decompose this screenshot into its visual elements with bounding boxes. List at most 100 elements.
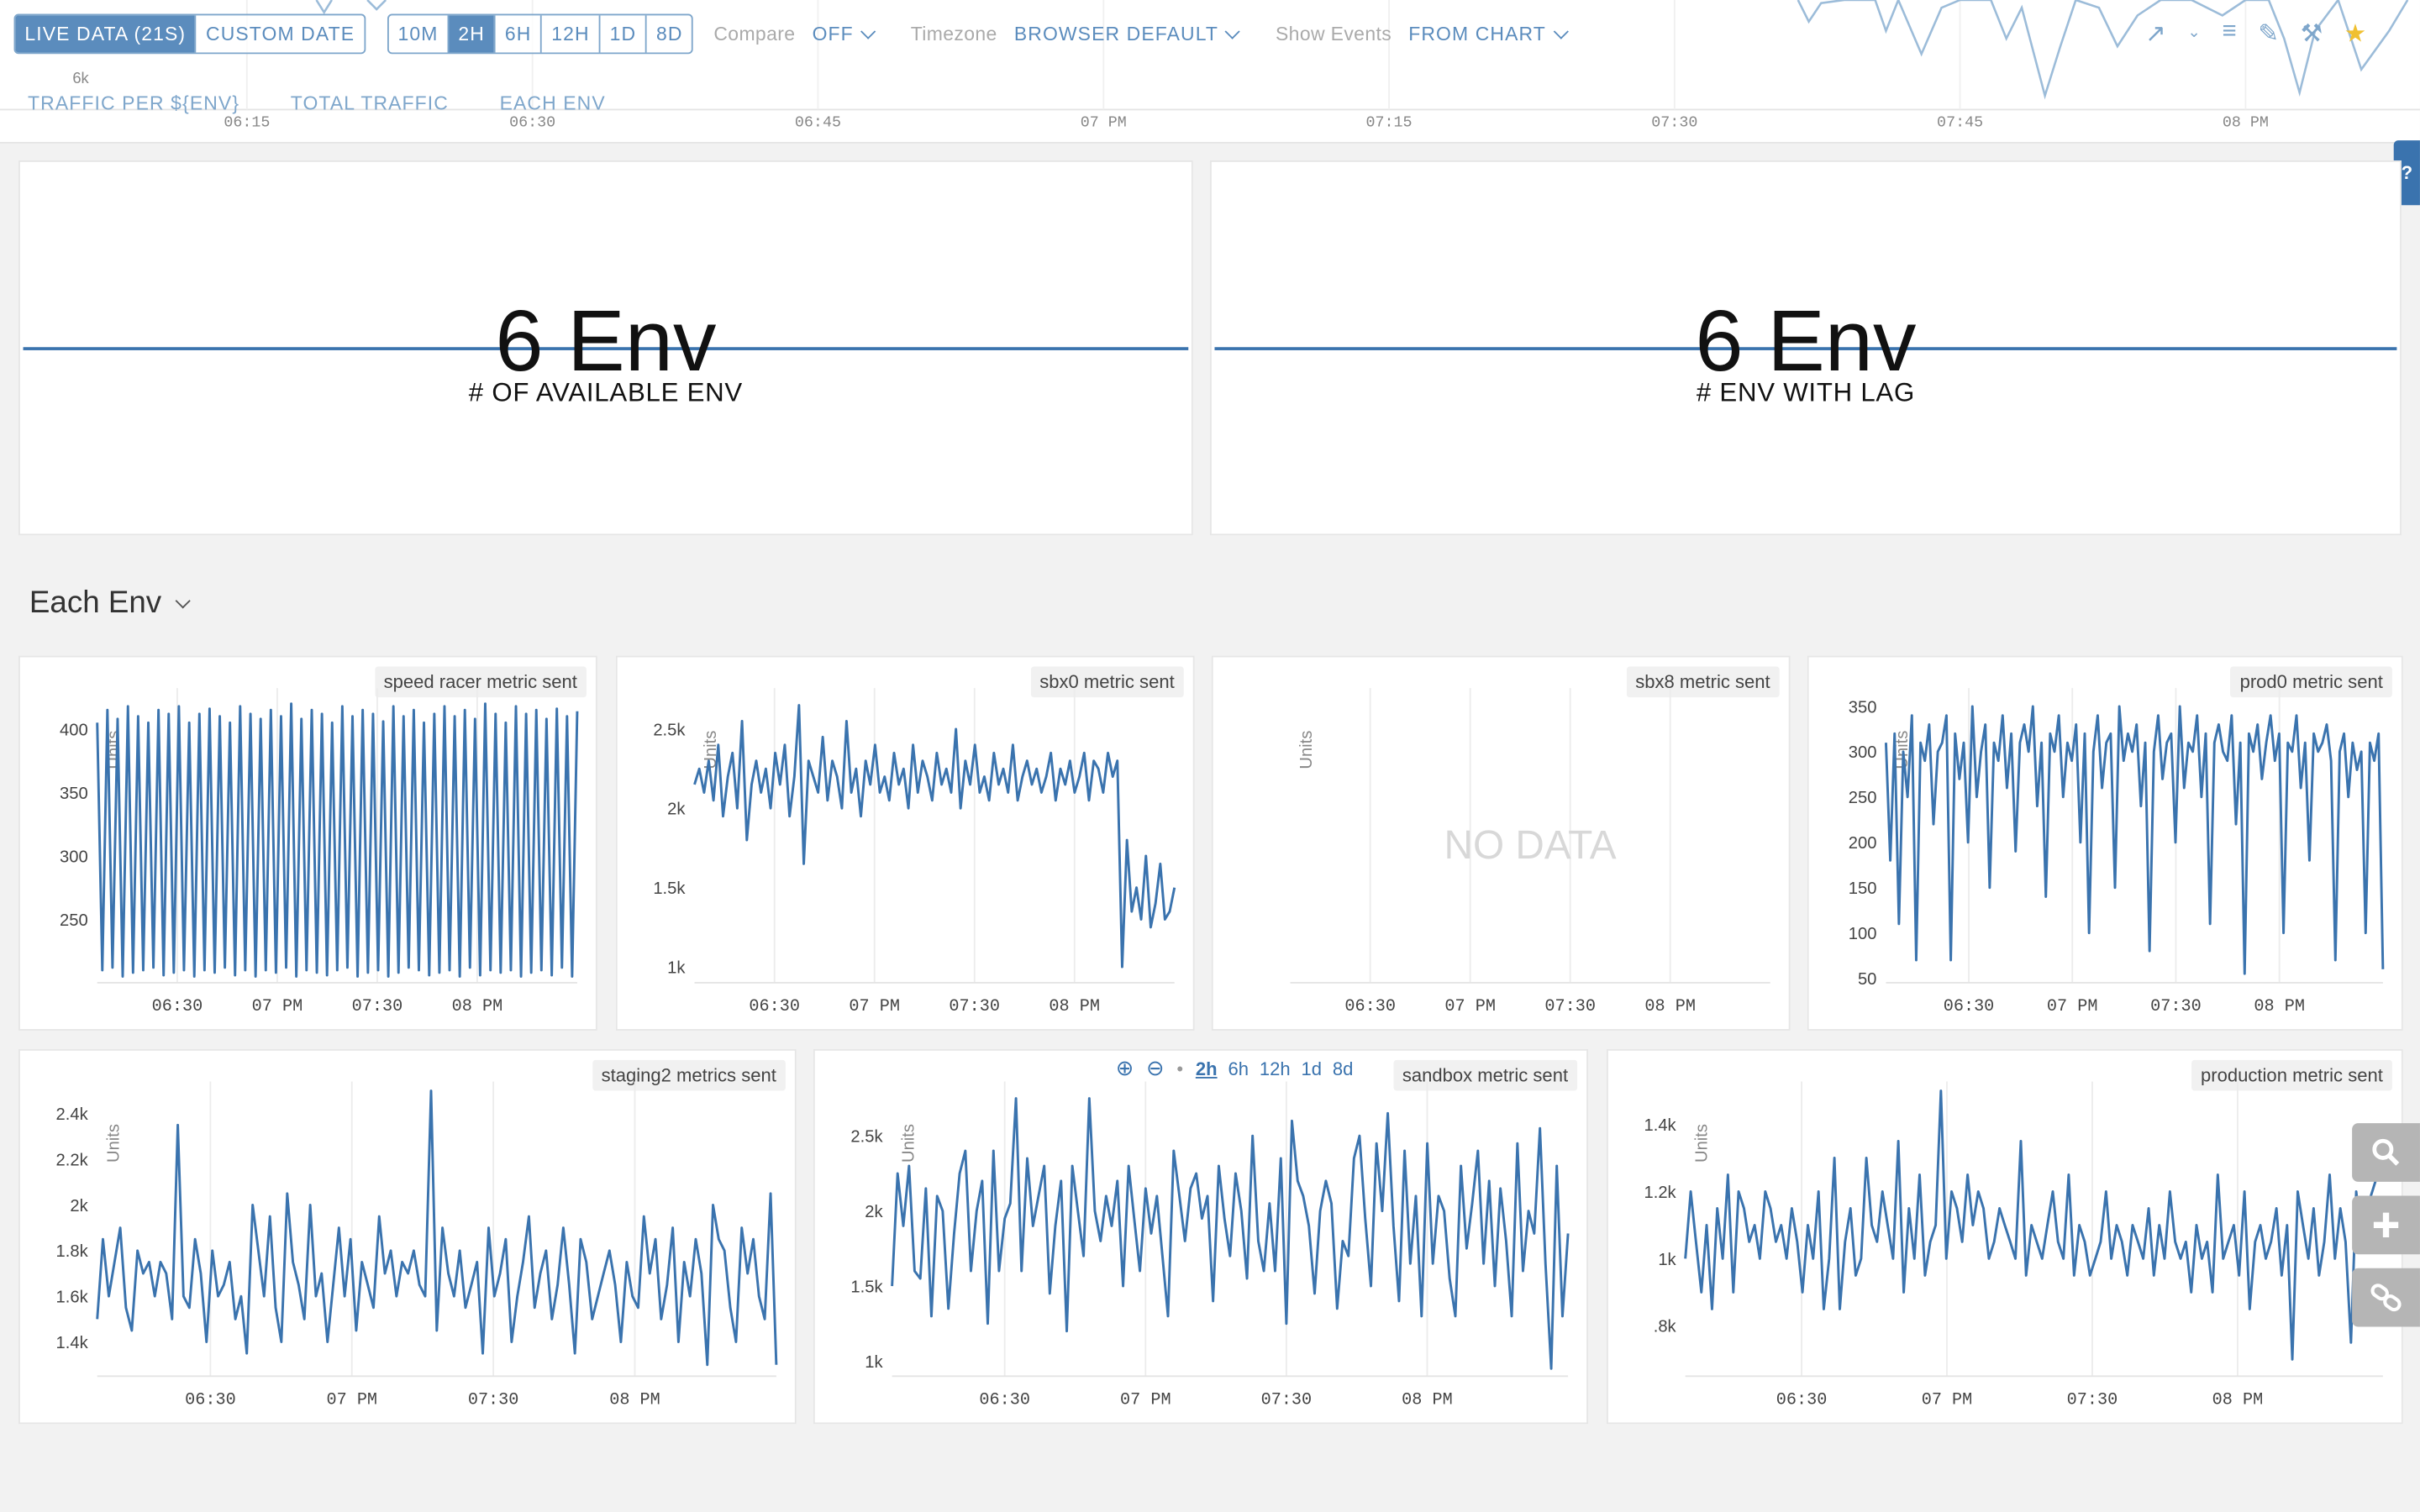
wrench-icon[interactable]: ⚒: [2301, 18, 2323, 50]
link-total-traffic[interactable]: TOTAL TRAFFIC: [291, 92, 449, 114]
chart-xtick-label: 08 PM: [2254, 997, 2305, 1016]
custom-date-button[interactable]: CUSTOM DATE: [195, 15, 364, 53]
zoom-out-icon[interactable]: ⊖: [1146, 1055, 1165, 1081]
line-chart[interactable]: 06:3007 PM07:3008 PM1k1.5k2k2.5kUnits: [618, 657, 1193, 1029]
chart-xtick-label: 06:30: [1344, 997, 1396, 1016]
chart-ytick-label: 300: [1849, 743, 1877, 762]
chart-ytick-label: 2.5k: [850, 1128, 883, 1147]
compare-label: Compare: [713, 23, 796, 45]
chart-ylabel: Units: [1692, 1124, 1711, 1163]
live-data-button[interactable]: LIVE DATA (21S): [15, 15, 196, 53]
chart-ylabel: Units: [899, 1124, 918, 1163]
chart-xtick-label: 06:30: [1776, 1390, 1828, 1410]
stat-label: # OF AVAILABLE ENV: [468, 377, 743, 407]
stat-value: 6 Env: [495, 291, 717, 389]
pencil-icon[interactable]: ✎: [2258, 18, 2279, 50]
chart-ylabel: Units: [104, 1124, 123, 1163]
zoom-range-12h[interactable]: 12h: [1260, 1058, 1291, 1079]
timezone-value: BROWSER DEFAULT: [1013, 23, 1219, 45]
chart-ytick-label: 2.2k: [56, 1151, 89, 1169]
chart-xtick-label: 07 PM: [849, 997, 900, 1016]
chart-ytick-label: 400: [60, 721, 88, 739]
chart-card-sandbox: sandbox metric sent 06:30 07 PM 07:30 08 PM 1…: [813, 1048, 1588, 1425]
chart-ytick-label: 350: [1849, 698, 1877, 717]
range-selector: 10M 2H 6H 12H 1D 8D: [387, 13, 694, 55]
separator-dot: •: [1176, 1058, 1184, 1079]
chart-card-prod0: prod0 metric sent 06:30 07 PM 07:30 08 PM 50 1…: [1807, 655, 2403, 1031]
range-button-12h[interactable]: 12H: [540, 15, 598, 53]
zoom-range-8d[interactable]: 8d: [1333, 1058, 1354, 1079]
chart-ytick-label: 350: [60, 785, 88, 803]
chart-tools: ↗ ⌄ ≡ ✎ ⚒ ★: [2145, 18, 2366, 50]
star-icon[interactable]: ★: [2344, 18, 2366, 50]
zoom-range-1d[interactable]: 1d: [1301, 1058, 1322, 1079]
compare-dropdown[interactable]: OFF: [813, 24, 876, 45]
add-button[interactable]: [2352, 1195, 2420, 1255]
events-value: FROM CHART: [1408, 23, 1546, 45]
zoom-in-icon[interactable]: ⊕: [1116, 1055, 1134, 1081]
chart-ytick-label: 2k: [667, 801, 686, 819]
stat-card-env-with-lag: 6 Env # ENV WITH LAG: [1209, 160, 2402, 536]
range-button-10m[interactable]: 10M: [389, 15, 448, 52]
timezone-dropdown[interactable]: BROWSER DEFAULT: [1013, 23, 1241, 45]
chain-link-icon: [2370, 1284, 2402, 1312]
link-traffic-per-env[interactable]: TRAFFIC PER ${ENV}: [28, 92, 239, 114]
zoom-range-6h[interactable]: 6h: [1228, 1058, 1249, 1079]
chart-ytick-label: 1.4k: [1644, 1116, 1676, 1135]
chart-ytick-label: 2k: [70, 1197, 88, 1215]
chart-card-staging2: staging2 metrics sent 06:30 07 PM 07:30 08 P…: [18, 1048, 797, 1425]
chart-xtick-label: 06:30: [1944, 997, 1995, 1016]
chart-ytick-label: 1k: [1658, 1251, 1676, 1269]
line-chart[interactable]: 06:3007 PM07:3008 PM1k1.5k2k2.5kUnits: [815, 1051, 1586, 1423]
chart-xtick-label: 08 PM: [1402, 1390, 1453, 1410]
line-chart[interactable]: 06:30 07 PM 07:30 08 PM250300350400Units: [20, 657, 596, 1029]
chart-xtick-label: 07 PM: [326, 1390, 377, 1410]
search-button[interactable]: [2352, 1123, 2420, 1182]
chart-ytick-label: 1.5k: [850, 1278, 883, 1296]
chart-ytick-label: 2.5k: [653, 721, 686, 739]
chart-card-sbx8: sbx8 metric sent 06:30 07 PM 07:30 08 PM Unit…: [1211, 655, 1791, 1031]
top-chart-xtick: 06:45: [795, 114, 841, 132]
top-chart-xtick: 06:15: [224, 114, 270, 132]
chart-ytick-label: 2k: [865, 1203, 883, 1221]
top-chart-xtick: 07 PM: [1081, 114, 1127, 132]
link-each-env[interactable]: EACH ENV: [500, 92, 606, 114]
search-icon: [2372, 1138, 2400, 1166]
chart-xtick-label: 06:30: [185, 1390, 236, 1410]
line-chart[interactable]: 06:30 07 PM 07:30 08 PM 50 100 150 200 250 300 350…: [1809, 657, 2402, 1029]
chart-series-line: [1884, 705, 2385, 975]
range-button-8d[interactable]: 8D: [645, 15, 692, 53]
chart-series-line: [1684, 1089, 2385, 1361]
chart-xtick-label: 06:30: [749, 997, 800, 1016]
chart-xtick-label: 07 PM: [2047, 997, 2098, 1016]
chart-ytick-label: 1.5k: [653, 879, 686, 898]
chart-ytick-label: 50: [1858, 970, 1876, 989]
zoom-range-2h[interactable]: 2h: [1196, 1058, 1218, 1079]
chart-ytick-label: 200: [1849, 834, 1877, 853]
chevron-down-icon[interactable]: ⌄: [2187, 18, 2200, 50]
chart-xtick-label: 06:30: [152, 997, 203, 1016]
chart-card-production: production metric sent 06:30 07 PM 07:30 08 …: [1607, 1048, 2403, 1425]
line-chart[interactable]: 06:30 07 PM 07:30 08 PM Units NO DATA: [1213, 657, 1789, 1029]
link-icon[interactable]: ↗: [2145, 18, 2166, 50]
list-icon[interactable]: ≡: [2222, 18, 2236, 50]
range-button-2h[interactable]: 2H: [447, 15, 495, 53]
chevron-down-icon: [1225, 23, 1241, 39]
chart-ytick-label: 1k: [865, 1353, 883, 1372]
time-controls: LIVE DATA (21S) CUSTOM DATE 10M 2H 6H 12H 1D…: [13, 13, 1569, 55]
chart-xtick-label: 07:30: [468, 1390, 519, 1410]
chart-xtick-label: 06:30: [979, 1390, 1030, 1410]
chart-zoom-tools: ⊕ ⊖ • 2h 6h 12h 1d 8d: [1116, 1055, 1353, 1081]
range-button-6h[interactable]: 6H: [494, 15, 540, 53]
section-title: Each Env: [29, 585, 162, 621]
link-button[interactable]: [2352, 1268, 2420, 1327]
events-dropdown[interactable]: FROM CHART: [1408, 23, 1569, 45]
plus-icon: [2373, 1212, 2399, 1238]
chart-xtick-label: 08 PM: [452, 997, 503, 1016]
chart-xtick-label: 08 PM: [1049, 997, 1100, 1016]
line-chart[interactable]: 06:30 07 PM 07:30 08 PM .8k 1k 1.2k 1.4k Units: [1608, 1051, 2402, 1423]
range-button-1d[interactable]: 1D: [598, 15, 645, 53]
line-chart[interactable]: 06:30 07 PM 07:30 08 PM 1.4k 1.6k 1.8k 2k 2.2k 2.…: [20, 1051, 795, 1423]
section-header-each-env[interactable]: Each Env: [29, 585, 191, 622]
chart-card-sbx0: sbx0 metric sent 06:30 07 PM 07:30 08 PM 1k 1.…: [615, 655, 1195, 1031]
